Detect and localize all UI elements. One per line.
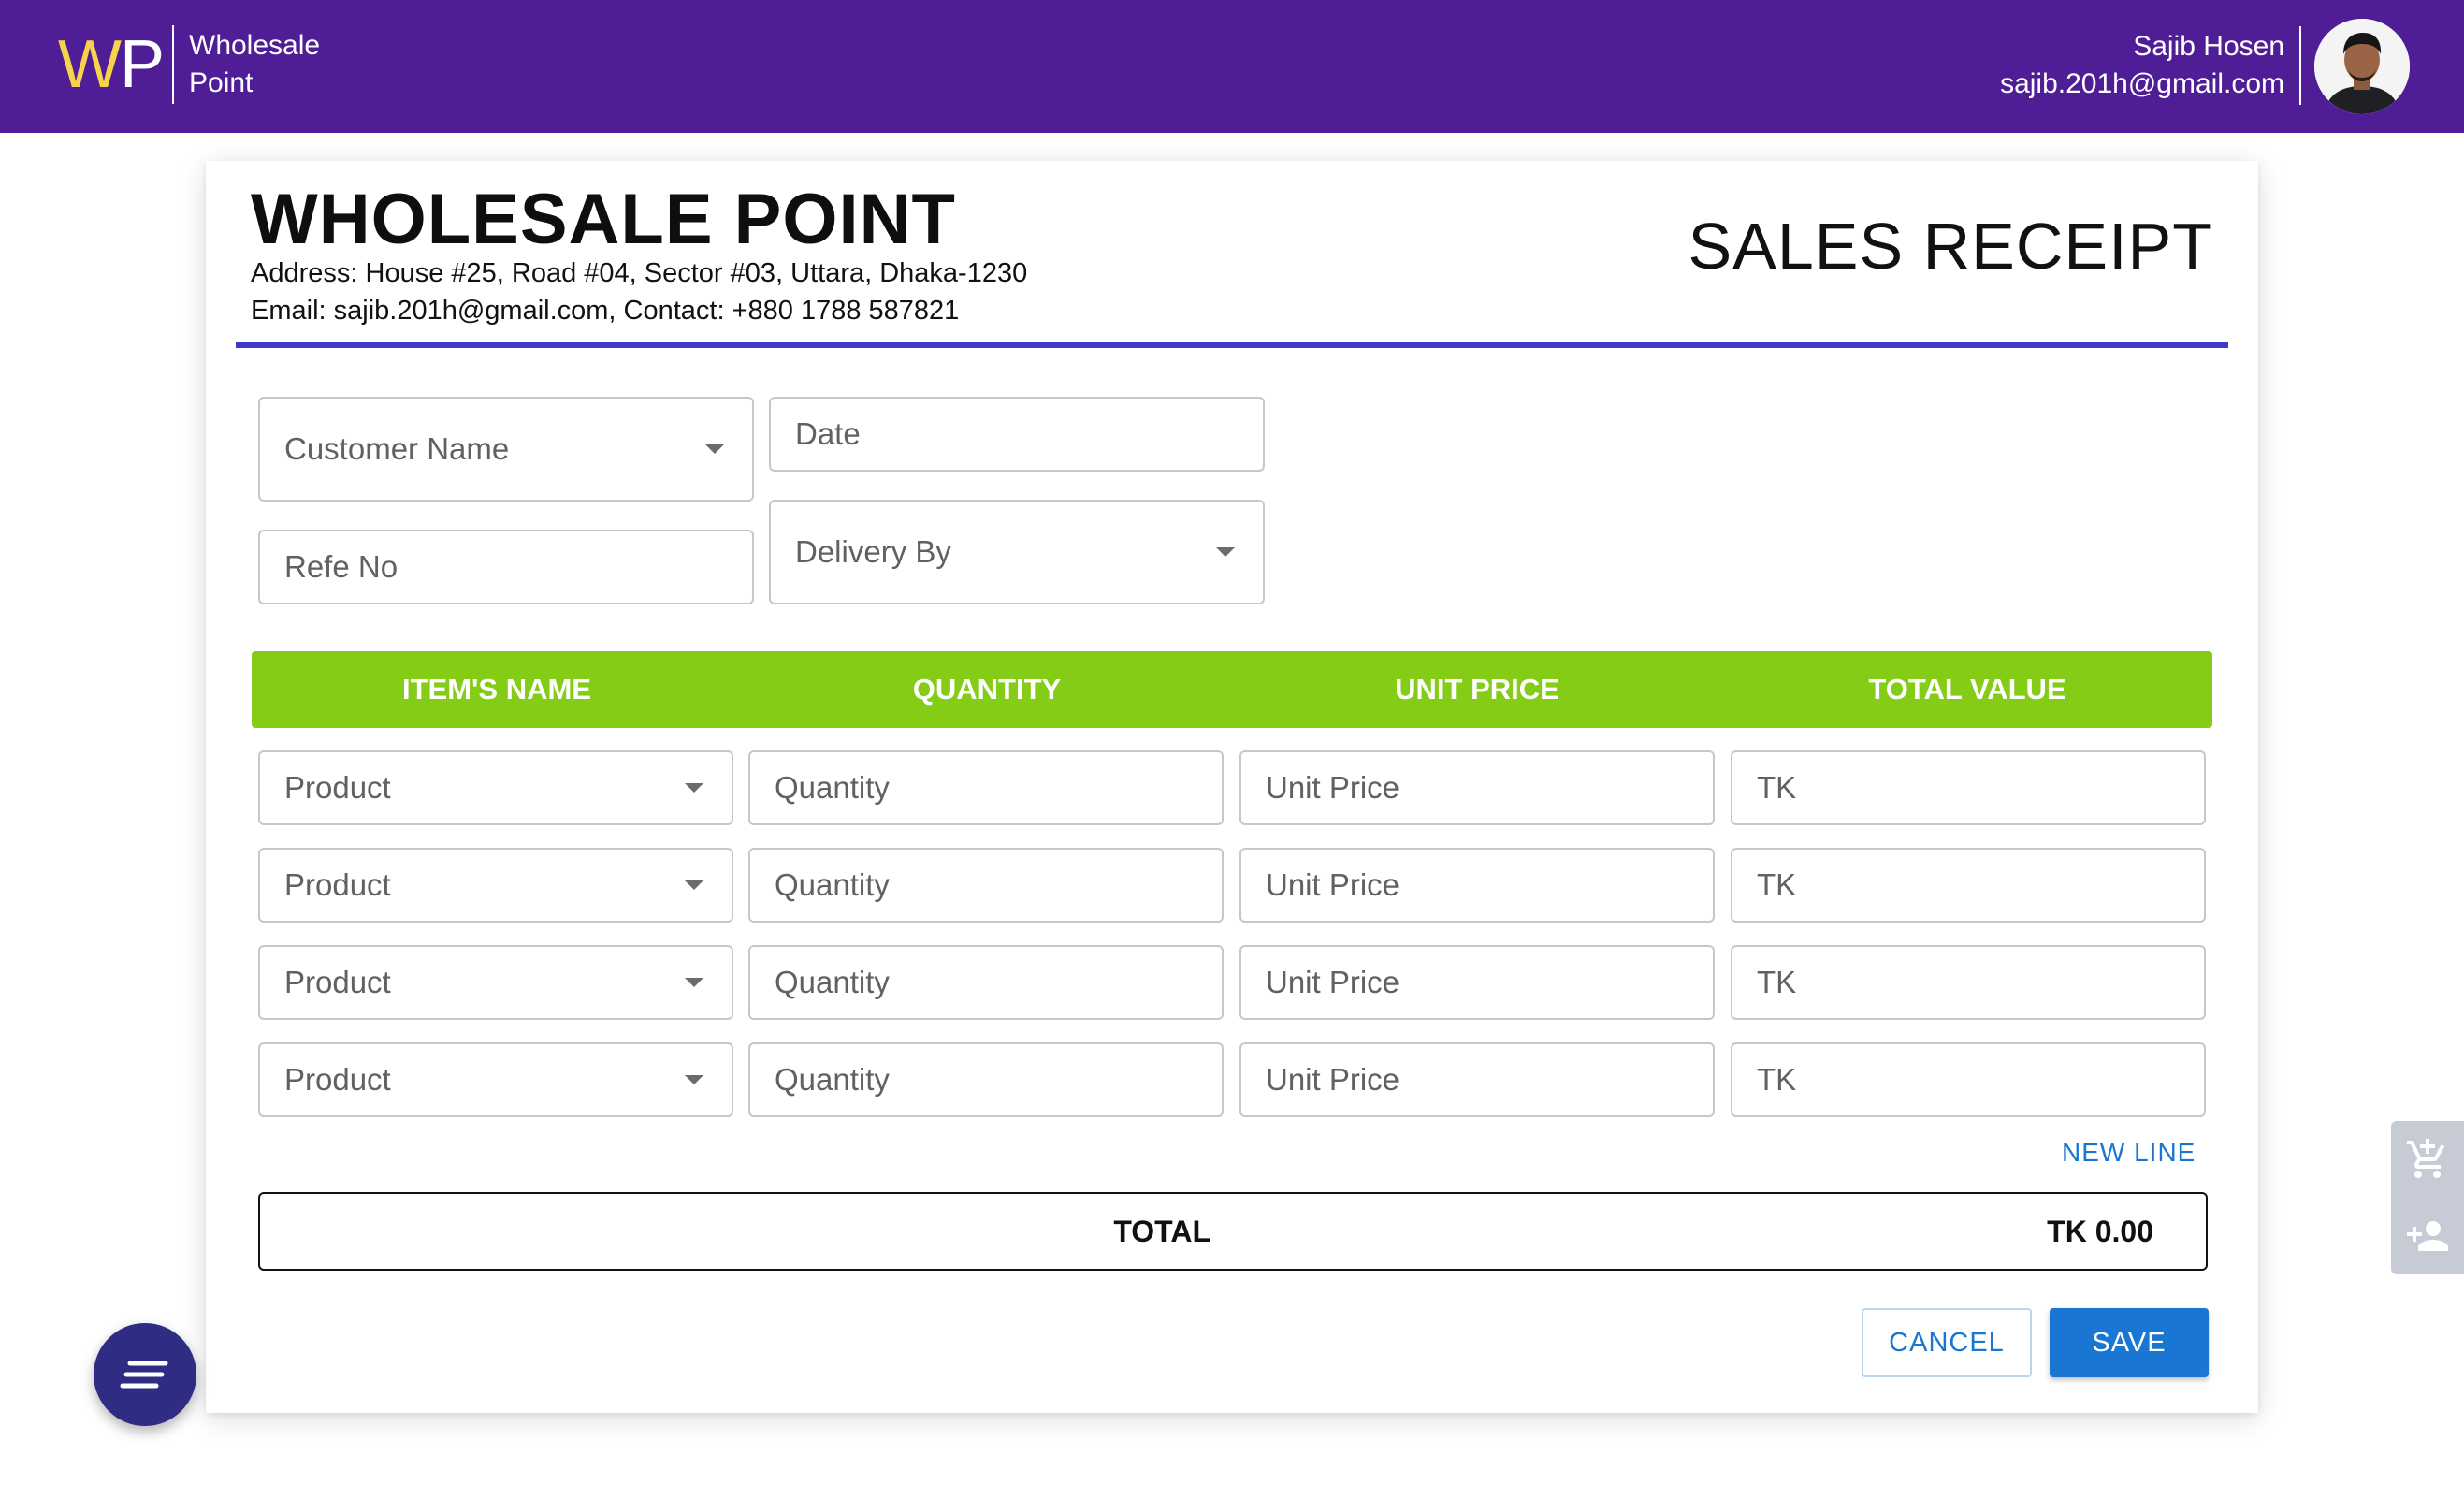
logo-text: Wholesale Point xyxy=(189,27,320,102)
delivery-by-placeholder: Delivery By xyxy=(795,534,951,569)
refe-no-placeholder: Refe No xyxy=(284,549,399,584)
add-cart-button[interactable] xyxy=(2391,1121,2464,1198)
quantity-placeholder: Quantity xyxy=(775,965,890,999)
row-4-product-select[interactable]: Product xyxy=(258,1042,733,1117)
row-1-total-value-input[interactable]: TK xyxy=(1731,750,2206,825)
row-3-quantity-input[interactable]: Quantity xyxy=(748,945,1224,1020)
quantity-placeholder: Quantity xyxy=(775,770,890,805)
row-2-quantity-input[interactable]: Quantity xyxy=(748,848,1224,923)
column-header-total-value: TOTAL VALUE xyxy=(1868,673,2066,706)
quantity-placeholder: Quantity xyxy=(775,1062,890,1097)
unit-price-placeholder: Unit Price xyxy=(1266,770,1400,805)
chevron-down-icon xyxy=(685,1075,703,1084)
logo-mark: WP xyxy=(58,27,165,102)
unit-price-placeholder: Unit Price xyxy=(1266,965,1400,999)
brand-logo[interactable]: WP Wholesale Point xyxy=(58,25,320,104)
customer-name-placeholder: Customer Name xyxy=(284,431,510,466)
logo-text-line2: Point xyxy=(189,67,254,98)
row-1-product-select[interactable]: Product xyxy=(258,750,733,825)
total-value-placeholder: TK xyxy=(1757,965,1797,999)
row-2-unit-price-input[interactable]: Unit Price xyxy=(1239,848,1715,923)
logo-text-line1: Wholesale xyxy=(189,30,321,61)
chevron-down-icon xyxy=(1216,547,1235,557)
cancel-button[interactable]: CANCEL xyxy=(1862,1308,2032,1377)
row-3-total-value-input[interactable]: TK xyxy=(1731,945,2206,1020)
product-placeholder: Product xyxy=(284,867,391,902)
row-2-product-select[interactable]: Product xyxy=(258,848,733,923)
row-1-quantity-input[interactable]: Quantity xyxy=(748,750,1224,825)
quantity-placeholder: Quantity xyxy=(775,867,890,902)
chevron-down-icon xyxy=(685,783,703,793)
total-value: TK 0.00 xyxy=(2047,1215,2153,1248)
delivery-by-select[interactable]: Delivery By xyxy=(769,500,1265,604)
total-summary: TOTAL TK 0.00 xyxy=(258,1192,2208,1271)
unit-price-placeholder: Unit Price xyxy=(1266,1062,1400,1097)
add-person-button[interactable] xyxy=(2391,1198,2464,1274)
receipt-title: SALES RECEIPT xyxy=(1688,210,2213,283)
total-label: TOTAL xyxy=(1113,1215,1210,1248)
row-4-unit-price-input[interactable]: Unit Price xyxy=(1239,1042,1715,1117)
chevron-down-icon xyxy=(685,880,703,890)
side-toolbar xyxy=(2391,1121,2464,1274)
refe-no-input[interactable]: Refe No xyxy=(258,530,754,604)
user-name: Sajib Hosen xyxy=(2133,31,2284,62)
header-rule xyxy=(236,342,2228,348)
add-cart-icon xyxy=(2407,1139,2445,1178)
company-address: Address: House #25, Road #04, Sector #03… xyxy=(251,258,1028,288)
user-info: Sajib Hosen sajib.201h@gmail.com xyxy=(2000,28,2284,103)
unit-price-placeholder: Unit Price xyxy=(1266,867,1400,902)
customer-name-select[interactable]: Customer Name xyxy=(258,397,754,502)
save-button[interactable]: SAVE xyxy=(2050,1308,2209,1377)
chevron-down-icon xyxy=(705,444,724,454)
items-table-header: ITEM'S NAME QUANTITY UNIT PRICE TOTAL VA… xyxy=(252,651,2212,728)
product-placeholder: Product xyxy=(284,770,391,805)
date-input[interactable]: Date xyxy=(769,397,1265,472)
sales-receipt-card: WHOLESALE POINT Address: House #25, Road… xyxy=(206,161,2258,1413)
user-divider xyxy=(2299,26,2301,105)
add-person-icon xyxy=(2407,1221,2448,1251)
menu-lines-icon xyxy=(120,1361,168,1389)
row-1-unit-price-input[interactable]: Unit Price xyxy=(1239,750,1715,825)
avatar[interactable] xyxy=(2314,19,2410,114)
row-3-product-select[interactable]: Product xyxy=(258,945,733,1020)
row-2-total-value-input[interactable]: TK xyxy=(1731,848,2206,923)
row-4-quantity-input[interactable]: Quantity xyxy=(748,1042,1224,1117)
total-value-placeholder: TK xyxy=(1757,867,1797,902)
menu-fab[interactable] xyxy=(94,1323,196,1426)
new-line-button[interactable]: NEW LINE xyxy=(2062,1138,2196,1168)
row-4-total-value-input[interactable]: TK xyxy=(1731,1042,2206,1117)
row-3-unit-price-input[interactable]: Unit Price xyxy=(1239,945,1715,1020)
column-header-unit-price: UNIT PRICE xyxy=(1395,673,1559,706)
logo-divider xyxy=(172,25,174,104)
column-header-quantity: QUANTITY xyxy=(912,673,1062,706)
product-placeholder: Product xyxy=(284,1062,391,1097)
total-value-placeholder: TK xyxy=(1757,770,1797,805)
user-email: sajib.201h@gmail.com xyxy=(2000,68,2284,99)
top-navbar: WP Wholesale Point Sajib Hosen sajib.201… xyxy=(0,0,2464,133)
column-header-item-name: ITEM'S NAME xyxy=(402,673,591,706)
product-placeholder: Product xyxy=(284,965,391,999)
total-value-placeholder: TK xyxy=(1757,1062,1797,1097)
company-title: WHOLESALE POINT xyxy=(251,180,956,259)
chevron-down-icon xyxy=(685,978,703,987)
date-placeholder: Date xyxy=(795,416,861,451)
company-contact: Email: sajib.201h@gmail.com, Contact: +8… xyxy=(251,296,960,326)
